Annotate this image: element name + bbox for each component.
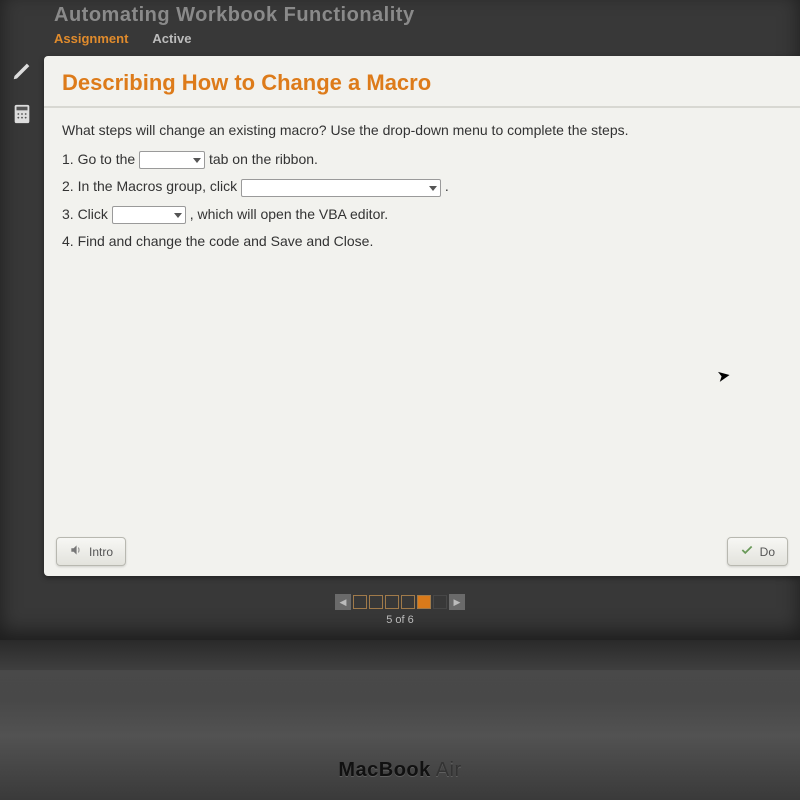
- laptop-brand: MacBook Air: [338, 759, 461, 782]
- speaker-icon: [69, 543, 83, 560]
- step-1: 1. Go to the tab on the ribbon.: [62, 147, 782, 172]
- pager-step-4[interactable]: [401, 595, 415, 609]
- prompt-text: What steps will change an existing macro…: [62, 118, 782, 143]
- step1-text-a: 1. Go to the: [62, 151, 139, 167]
- content-body: What steps will change an existing macro…: [44, 108, 800, 266]
- tab-assignment[interactable]: Assignment: [54, 31, 128, 46]
- intro-label: Intro: [89, 545, 113, 559]
- dropdown-open-vba[interactable]: [112, 206, 186, 224]
- footer-buttons: Intro Do: [44, 527, 800, 576]
- pager-text: 5 of 6: [386, 614, 414, 626]
- pager-prev-button[interactable]: ◀: [335, 594, 351, 610]
- step3-text-b: , which will open the VBA editor.: [190, 206, 388, 222]
- brand-light: Air: [431, 759, 462, 781]
- done-label: Do: [760, 545, 775, 559]
- intro-button[interactable]: Intro: [56, 537, 126, 566]
- content-panel: Describing How to Change a Macro What st…: [44, 56, 800, 576]
- lesson-title: Automating Workbook Functionality: [54, 4, 800, 27]
- tab-active-label: Active: [152, 31, 191, 46]
- main-row: Describing How to Change a Macro What st…: [0, 52, 800, 586]
- pager: ◀ ▶ 5 of 6: [0, 586, 800, 640]
- dropdown-macros-click[interactable]: [241, 179, 441, 197]
- pager-step-1[interactable]: [353, 595, 367, 609]
- pager-step-6[interactable]: [433, 595, 447, 609]
- tabs: Assignment Active: [54, 31, 800, 46]
- step1-text-b: tab on the ribbon.: [209, 151, 318, 167]
- step-3: 3. Click , which will open the VBA edito…: [62, 202, 782, 227]
- check-icon: [740, 543, 754, 560]
- pager-step-5[interactable]: [417, 595, 431, 609]
- pager-step-3[interactable]: [385, 595, 399, 609]
- pager-next-button[interactable]: ▶: [449, 594, 465, 610]
- step2-text-a: 2. In the Macros group, click: [62, 178, 241, 194]
- pager-step-2[interactable]: [369, 595, 383, 609]
- dropdown-tab[interactable]: [139, 151, 205, 169]
- content-title: Describing How to Change a Macro: [62, 70, 782, 96]
- step-4: 4. Find and change the code and Save and…: [62, 229, 782, 254]
- step2-text-b: .: [445, 178, 449, 194]
- top-bar: Automating Workbook Functionality Assign…: [0, 0, 800, 52]
- brand-bold: MacBook: [338, 759, 430, 781]
- pager-row: ◀ ▶: [335, 594, 465, 610]
- sidebar: [0, 52, 44, 586]
- laptop-bezel: MacBook Air: [0, 640, 800, 800]
- mouse-cursor-icon: ➤: [715, 365, 732, 387]
- pencil-icon[interactable]: [11, 60, 33, 87]
- step3-text-a: 3. Click: [62, 206, 112, 222]
- calculator-icon[interactable]: [11, 103, 33, 130]
- step-2: 2. In the Macros group, click .: [62, 174, 782, 199]
- content-header: Describing How to Change a Macro: [44, 56, 800, 108]
- done-button[interactable]: Do: [727, 537, 788, 566]
- app-screen: Automating Workbook Functionality Assign…: [0, 0, 800, 640]
